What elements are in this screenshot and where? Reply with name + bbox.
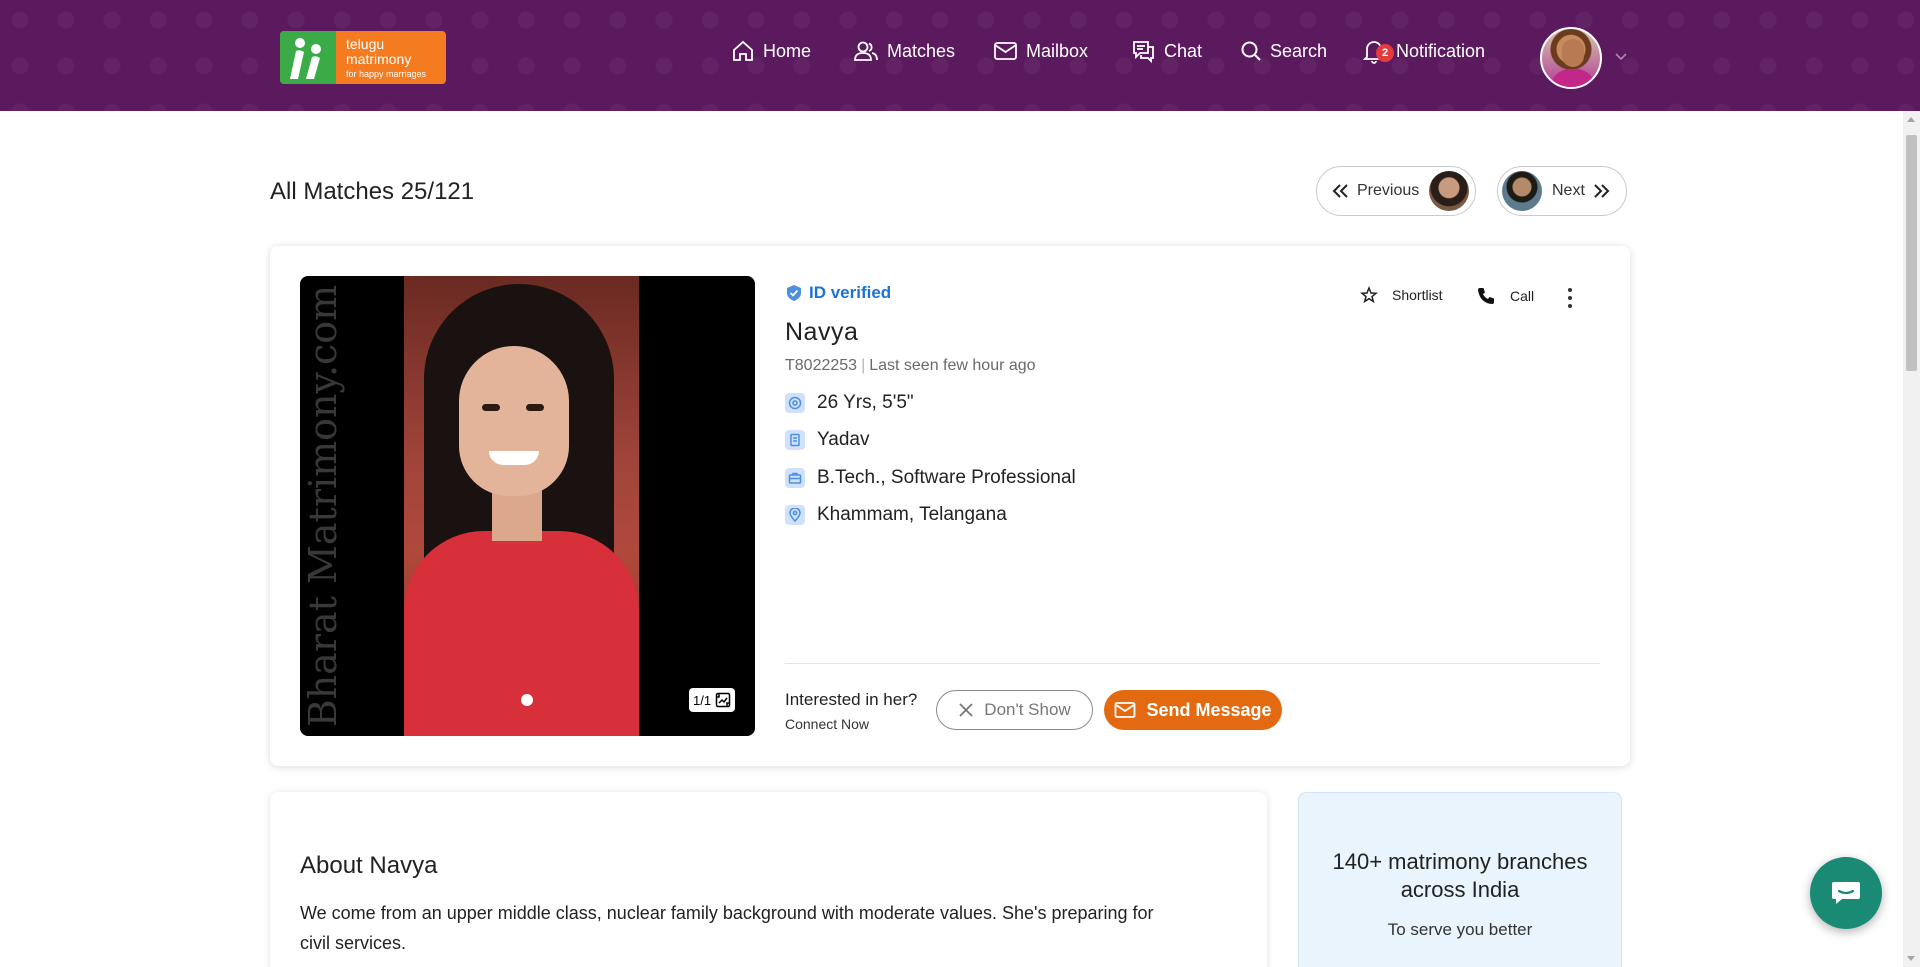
send-message-label: Send Message bbox=[1146, 699, 1272, 720]
watermark-text: Bharat Matrimony.com bbox=[301, 284, 345, 728]
about-title: About Navya bbox=[300, 852, 438, 879]
chat-icon bbox=[1133, 41, 1154, 63]
nav-chat-label: Chat bbox=[1164, 40, 1203, 61]
scrollbar-thumb[interactable] bbox=[1906, 135, 1917, 371]
page-scrollbar[interactable] bbox=[1903, 111, 1920, 967]
user-avatar[interactable] bbox=[1540, 27, 1602, 89]
age-icon bbox=[785, 393, 805, 413]
double-chevron-left-icon bbox=[1332, 184, 1348, 198]
send-message-button[interactable]: Send Message bbox=[1104, 690, 1282, 730]
next-profile-button[interactable]: Next bbox=[1497, 166, 1627, 216]
profile-meta: T8022253 | Last seen few hour ago bbox=[785, 357, 1036, 375]
double-chevron-right-icon bbox=[1594, 184, 1610, 198]
avatar-shirt bbox=[1550, 69, 1596, 87]
avatar-face bbox=[1562, 39, 1584, 67]
nav-search[interactable]: Search bbox=[1240, 38, 1327, 64]
education-row: B.Tech., Software Professional bbox=[785, 466, 1076, 490]
nav-mailbox-label: Mailbox bbox=[1026, 40, 1089, 61]
interest-question: Interested in her? bbox=[785, 690, 918, 709]
nav-mailbox[interactable]: Mailbox bbox=[993, 38, 1088, 64]
next-label: Next bbox=[1552, 182, 1585, 199]
briefcase-icon bbox=[785, 468, 805, 488]
nav-matches[interactable]: Matches bbox=[853, 38, 955, 64]
previous-label: Previous bbox=[1357, 182, 1420, 199]
envelope-icon bbox=[1115, 702, 1136, 718]
call-button[interactable]: Call bbox=[1476, 286, 1534, 306]
id-verified-label: ID verified bbox=[809, 283, 892, 302]
chevron-down-icon[interactable] bbox=[1614, 52, 1628, 62]
nav-chat[interactable]: Chat bbox=[1131, 38, 1202, 64]
logo-text-matrimony: matrimony bbox=[346, 51, 412, 67]
dont-show-button[interactable]: Don't Show bbox=[936, 690, 1093, 730]
nav-notification[interactable]: 2 Notification bbox=[1362, 38, 1485, 64]
profile-photo-image bbox=[404, 276, 639, 736]
photo-smile bbox=[489, 451, 539, 465]
phone-icon bbox=[1478, 288, 1494, 304]
photo-carousel-dot[interactable] bbox=[521, 694, 533, 706]
call-label: Call bbox=[1510, 288, 1535, 304]
shortlist-label: Shortlist bbox=[1392, 287, 1443, 303]
last-seen: Last seen few hour ago bbox=[869, 357, 1036, 374]
profile-id: T8022253 bbox=[785, 357, 858, 374]
age-height-row: 26 Yrs, 5'5" bbox=[785, 391, 914, 415]
location-text: Khammam, Telangana bbox=[817, 504, 1007, 525]
photo-watermark: Bharat Matrimony.com bbox=[300, 276, 346, 736]
branches-promo-title: 140+ matrimony branches across India bbox=[1332, 849, 1588, 902]
nav-home-label: Home bbox=[763, 40, 812, 61]
nav-search-label: Search bbox=[1270, 40, 1328, 61]
card-divider bbox=[785, 663, 1600, 664]
nav-notification-label: Notification bbox=[1396, 40, 1486, 61]
about-text: We come from an upper middle class, nucl… bbox=[300, 903, 1154, 953]
interest-subtext: Connect Now bbox=[785, 716, 870, 732]
id-verified-badge: ID verified bbox=[785, 283, 891, 303]
more-options-icon[interactable] bbox=[1565, 288, 1575, 310]
community-icon bbox=[785, 430, 805, 450]
dont-show-label: Don't Show bbox=[984, 700, 1071, 719]
page-title: All Matches 25/121 bbox=[270, 178, 475, 205]
matches-icon bbox=[854, 41, 878, 61]
photo-eye-right bbox=[526, 404, 544, 411]
gallery-expand-icon bbox=[715, 692, 731, 708]
branches-promo-subtitle: To serve you better bbox=[1387, 920, 1533, 939]
scroll-up-arrow-icon[interactable] bbox=[1907, 117, 1915, 122]
photo-top bbox=[404, 531, 639, 736]
chat-bubble-icon bbox=[1832, 882, 1860, 904]
telugu-matrimony-logo[interactable]: telugu matrimony for happy marriages bbox=[280, 31, 446, 84]
verified-shield-icon bbox=[787, 285, 801, 301]
mail-icon bbox=[994, 42, 1017, 60]
location-pin-icon bbox=[785, 505, 805, 525]
next-profile-thumbnail bbox=[1502, 171, 1542, 211]
photo-eye-left bbox=[482, 404, 500, 411]
logo-tagline: for happy marriages bbox=[346, 69, 427, 79]
caste-row: Yadav bbox=[785, 428, 869, 452]
shortlist-button[interactable]: Shortlist bbox=[1360, 286, 1443, 304]
profile-photo[interactable] bbox=[300, 276, 755, 736]
photo-count-badge[interactable]: 1/1 bbox=[689, 688, 736, 712]
nav-home[interactable]: Home bbox=[731, 38, 811, 64]
meta-separator: | bbox=[861, 357, 866, 374]
logo-text-telugu: telugu bbox=[346, 36, 385, 52]
search-icon bbox=[1241, 41, 1261, 61]
nav-matches-label: Matches bbox=[887, 40, 956, 61]
age-height-text: 26 Yrs, 5'5" bbox=[817, 392, 914, 413]
close-icon bbox=[959, 703, 973, 717]
notification-count-badge: 2 bbox=[1376, 44, 1394, 62]
logo-mark-icon bbox=[280, 31, 336, 84]
photo-count-text: 1/1 bbox=[693, 692, 712, 708]
location-row: Khammam, Telangana bbox=[785, 503, 1007, 527]
scroll-down-arrow-icon[interactable] bbox=[1907, 956, 1915, 961]
live-chat-button[interactable] bbox=[1810, 857, 1882, 929]
star-icon bbox=[1360, 286, 1378, 304]
previous-profile-thumbnail bbox=[1429, 171, 1470, 211]
education-text: B.Tech., Software Professional bbox=[817, 467, 1076, 488]
photo-face bbox=[459, 346, 569, 496]
profile-name: Navya bbox=[785, 318, 859, 346]
caste-text: Yadav bbox=[817, 429, 870, 450]
previous-profile-button[interactable]: Previous bbox=[1316, 166, 1476, 216]
home-icon bbox=[733, 40, 753, 61]
